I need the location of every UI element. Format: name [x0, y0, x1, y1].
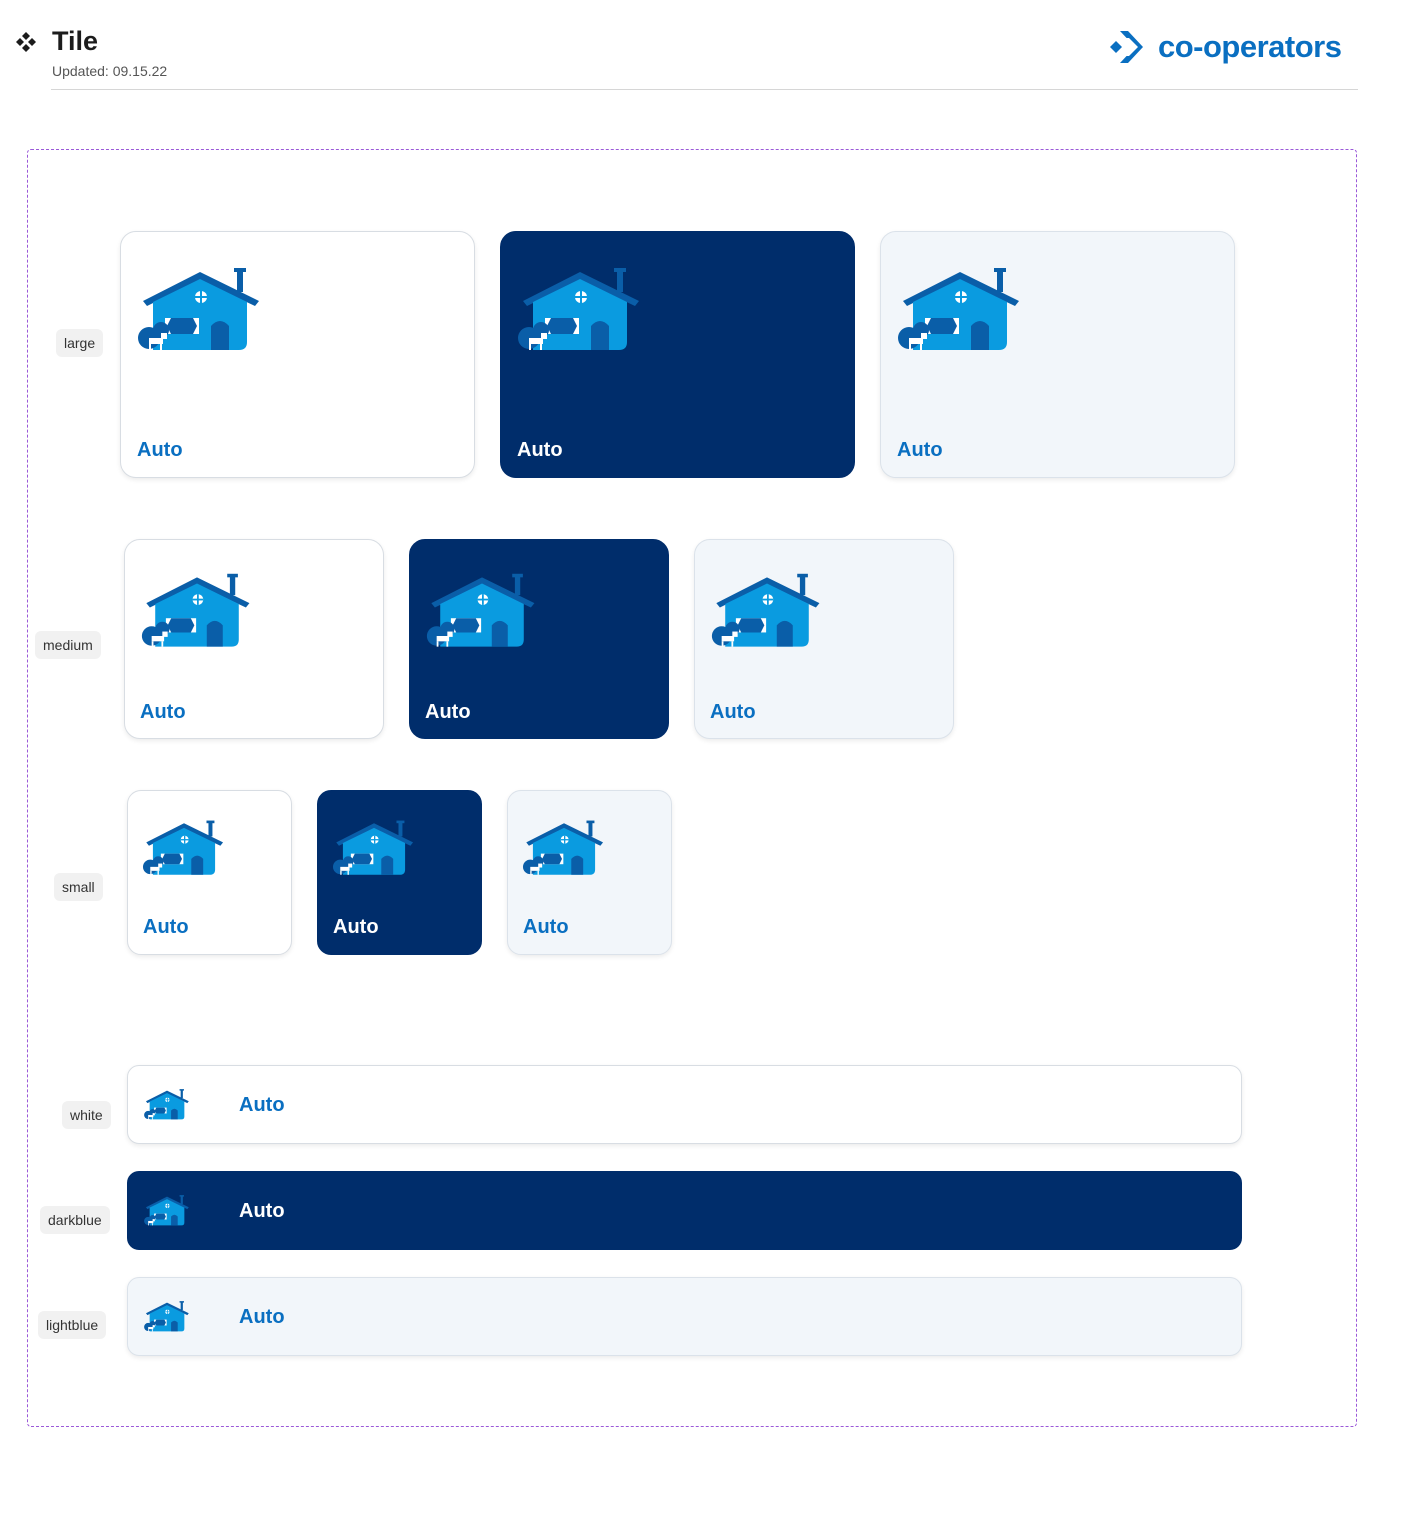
tile-medium-darkblue[interactable]: Auto	[409, 539, 669, 739]
brand-logo: co-operators	[1110, 26, 1342, 68]
tile-medium-white[interactable]: Auto	[124, 539, 384, 739]
logo-chevron-icon	[1110, 31, 1143, 63]
arrow-right-icon	[261, 920, 275, 934]
arrow-right-icon	[1211, 1204, 1225, 1218]
component-icon	[16, 32, 36, 52]
house-icon	[331, 819, 417, 879]
variant-label-darkblue: darkblue	[40, 1206, 110, 1234]
tile-label: Auto	[239, 1306, 285, 1328]
house-icon	[515, 266, 645, 356]
arrow-right-icon	[639, 704, 653, 718]
variant-label-lightblue: lightblue	[38, 1311, 107, 1339]
page-title: Tile	[52, 26, 99, 56]
house-icon	[709, 572, 825, 652]
tile-bar-darkblue[interactable]: Auto	[127, 1171, 1242, 1250]
logo-text: co-operators	[1158, 29, 1342, 64]
tile-label: Auto	[239, 1200, 285, 1222]
tile-label: Auto	[140, 701, 186, 723]
tile-label: Auto	[239, 1094, 285, 1116]
tile-label: Auto	[143, 916, 189, 938]
arrow-right-icon	[924, 704, 938, 718]
arrow-right-icon	[1211, 1310, 1225, 1324]
tile-label: Auto	[425, 701, 471, 723]
tile-small-white[interactable]: Auto	[127, 790, 292, 955]
tile-label: Auto	[333, 916, 379, 938]
variant-label-large: large	[56, 329, 104, 357]
tile-bar-lightblue[interactable]: Auto	[127, 1277, 1242, 1356]
house-icon	[139, 572, 255, 652]
arrow-right-icon	[1211, 1098, 1225, 1112]
house-icon	[895, 266, 1025, 356]
variant-label-white: white	[62, 1101, 111, 1129]
variant-label-small: small	[54, 873, 103, 901]
tile-label: Auto	[710, 701, 756, 723]
house-icon	[143, 1300, 191, 1334]
house-icon	[521, 819, 607, 879]
arrow-right-icon	[451, 920, 465, 934]
arrow-right-icon	[1205, 443, 1219, 457]
tile-small-lightblue[interactable]: Auto	[507, 790, 672, 955]
house-icon	[141, 819, 227, 879]
updated-date: Updated: 09.15.22	[52, 63, 168, 79]
house-icon	[135, 266, 265, 356]
tile-small-darkblue[interactable]: Auto	[317, 790, 482, 955]
house-icon	[143, 1088, 191, 1122]
tile-medium-lightblue[interactable]: Auto	[694, 539, 954, 739]
tile-label: Auto	[897, 439, 943, 461]
variant-label-medium: medium	[35, 631, 101, 659]
tile-label: Auto	[517, 439, 563, 461]
tile-label: Auto	[137, 439, 183, 461]
tile-bar-white[interactable]: Auto	[127, 1065, 1242, 1144]
header-divider	[51, 89, 1358, 90]
arrow-right-icon	[825, 443, 839, 457]
tile-label: Auto	[523, 916, 569, 938]
arrow-right-icon	[641, 920, 655, 934]
house-icon	[424, 572, 540, 652]
tile-large-darkblue[interactable]: Auto	[500, 231, 855, 478]
arrow-right-icon	[354, 704, 368, 718]
tile-large-lightblue[interactable]: Auto	[880, 231, 1235, 478]
tile-large-white[interactable]: Auto	[120, 231, 475, 478]
arrow-right-icon	[445, 443, 459, 457]
house-icon	[143, 1194, 191, 1228]
